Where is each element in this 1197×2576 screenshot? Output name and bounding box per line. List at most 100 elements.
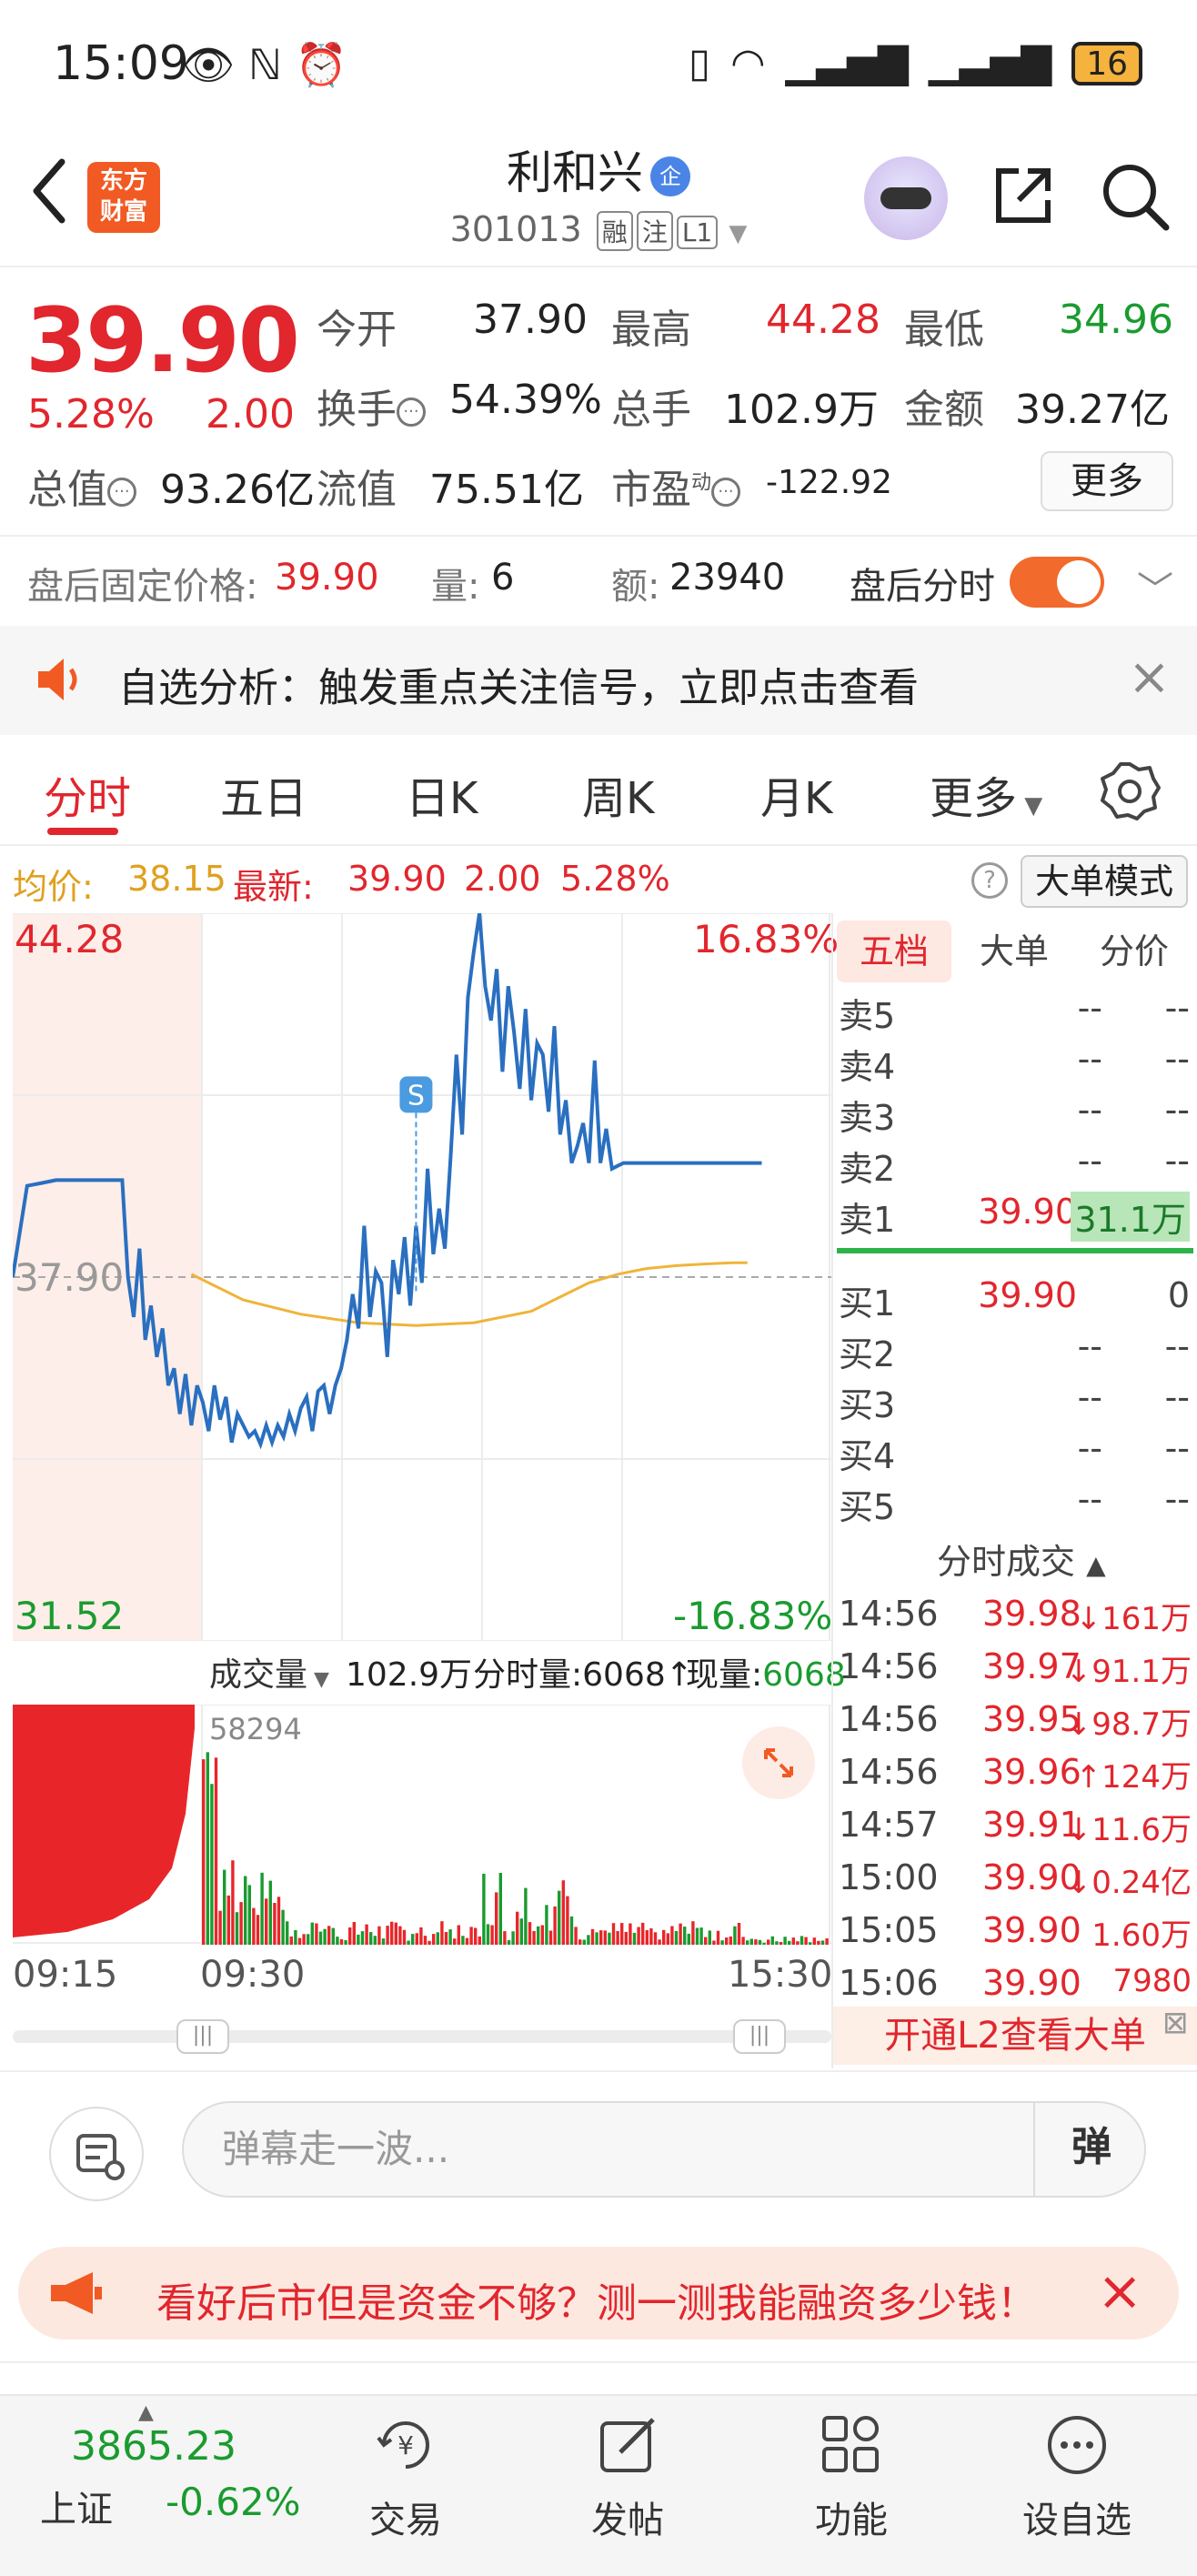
volume-bar — [360, 1931, 365, 1945]
gear-icon[interactable] — [1099, 760, 1161, 822]
volume-bar — [662, 1929, 666, 1945]
time-range-slider[interactable] — [13, 2030, 831, 2043]
expand-icon[interactable] — [742, 1726, 815, 1799]
index-value[interactable]: 3865.23 — [71, 2423, 236, 2470]
ask-row[interactable]: 卖1 39.90 31.1万 — [839, 1192, 1193, 1242]
volume-bar — [357, 1934, 360, 1945]
ask-row[interactable]: 卖2 -- -- — [839, 1141, 1193, 1190]
info-icon[interactable]: ··· — [711, 478, 741, 507]
promo-text[interactable]: 看好后市但是资金不够？测一测我能融资多少钱！ — [156, 2270, 1037, 2329]
order-book-tabs: 五档 大单 分价 — [837, 921, 1197, 982]
volume-dropdown[interactable]: 成交量 ▼ — [209, 1648, 329, 1696]
current-volume: 现量:6068 — [686, 1656, 846, 1694]
volume-bar — [286, 1921, 289, 1945]
volume-bar — [511, 1931, 515, 1945]
status-right: ▯ ◠ ▁▃▅▇ ▁▃▅▇ 16 — [689, 40, 1142, 86]
volume-bar — [402, 1929, 407, 1945]
volume-bar — [369, 1932, 373, 1945]
low-value: 34.96 — [1059, 297, 1173, 343]
change-percent: 5.28% — [27, 391, 155, 438]
volume-bar — [754, 1939, 758, 1945]
tab-five-day[interactable]: 五日 — [220, 762, 307, 826]
tab-price-split[interactable]: 分价 — [1077, 921, 1192, 982]
tab-intraday[interactable]: 分时 — [44, 762, 131, 826]
volume-bar — [796, 1941, 800, 1945]
open-field: 今开 — [317, 307, 397, 353]
big-order-mode-button[interactable]: 大单模式 — [1021, 855, 1188, 908]
volume-bar — [365, 1924, 368, 1945]
volume-bar — [616, 1931, 619, 1945]
dropdown-icon[interactable]: ▼ — [729, 220, 747, 247]
y-axis-top-label: 44.28 — [15, 917, 125, 961]
more-button[interactable]: 更多 — [1041, 451, 1173, 511]
nav-functions[interactable]: 功能 — [779, 2410, 924, 2543]
share-icon[interactable] — [991, 164, 1055, 227]
volume-bar — [386, 1926, 389, 1945]
volume-bar — [327, 1926, 331, 1945]
volume-bar — [218, 1910, 222, 1945]
ticks-title[interactable]: 分时成交 ▲ — [937, 1534, 1106, 1584]
bid-row[interactable]: 买5 -- -- — [839, 1479, 1193, 1528]
volume-bar — [590, 1928, 595, 1945]
index-change[interactable]: -0.62% — [166, 2480, 301, 2524]
volume-bar — [419, 1927, 423, 1945]
ask-row[interactable]: 卖4 -- -- — [839, 1039, 1193, 1088]
close-icon[interactable]: ⊠ — [1162, 2005, 1189, 2041]
info-icon[interactable]: ··· — [397, 397, 426, 427]
volume-bar — [637, 1927, 640, 1945]
tab-more[interactable]: 更多 ▼ — [930, 762, 1042, 826]
time-start: 09:15 — [13, 1954, 118, 1996]
close-icon[interactable]: × — [1128, 648, 1171, 707]
slider-right-handle[interactable]: ||| — [733, 2019, 786, 2054]
info-icon[interactable]: ··· — [107, 478, 136, 507]
bid-row[interactable]: 买2 -- -- — [839, 1326, 1193, 1375]
volume-peak: 58294 — [209, 1712, 302, 1746]
ask-row[interactable]: 卖5 -- -- — [839, 988, 1193, 1037]
volume-bar — [812, 1937, 816, 1945]
volume-bar — [767, 1939, 770, 1945]
close-icon[interactable]: × — [1097, 2259, 1142, 2323]
tab-weekly-k[interactable]: 周K — [582, 762, 654, 826]
volume-chart[interactable] — [13, 1705, 831, 1945]
volume-bar — [336, 1937, 339, 1945]
volume-bar — [247, 1885, 251, 1945]
after-hours-toggle[interactable] — [1010, 557, 1104, 608]
volume-bar — [244, 1876, 247, 1945]
assistant-robot-icon[interactable] — [864, 156, 948, 240]
nav-post[interactable]: 发帖 — [555, 2410, 700, 2543]
l2-upgrade-banner[interactable]: 开通L2查看大单 — [833, 2007, 1197, 2065]
tab-big-order[interactable]: 大单 — [957, 921, 1071, 982]
slider-left-handle[interactable]: ||| — [176, 2019, 229, 2054]
y-axis-mid-label: 37.90 — [15, 1255, 125, 1300]
tab-daily-k[interactable]: 日K — [406, 762, 478, 826]
nav-trade[interactable]: ¥ 交易 — [333, 2410, 478, 2543]
bid-row[interactable]: 买1 39.90 0 — [839, 1275, 1193, 1324]
volume-bar — [339, 1939, 344, 1945]
index-name[interactable]: 上证 — [40, 2480, 113, 2532]
volume-bar — [482, 1873, 486, 1945]
search-icon[interactable] — [1099, 160, 1172, 233]
bid-row[interactable]: 买3 -- -- — [839, 1377, 1193, 1426]
active-tab-indicator — [47, 828, 118, 835]
volume-bar — [398, 1926, 402, 1945]
notice-text[interactable]: 自选分析：触发重点关注信号，立即点击查看 — [118, 655, 919, 713]
tab-five-level[interactable]: 五档 — [837, 921, 951, 982]
danmu-send-button[interactable]: 弹 — [1033, 2101, 1148, 2198]
danmu-settings-icon[interactable] — [49, 2107, 144, 2201]
volume-bar — [653, 1932, 658, 1945]
nav-add-watchlist[interactable]: 设自选 — [1004, 2410, 1150, 2543]
danmu-input[interactable]: 弹幕走一波... — [182, 2101, 1146, 2198]
intraday-chart[interactable]: S — [13, 913, 831, 1641]
help-icon[interactable]: ? — [971, 862, 1008, 899]
tab-monthly-k[interactable]: 月K — [760, 762, 832, 826]
bid-row[interactable]: 买4 -- -- — [839, 1428, 1193, 1477]
volume-bar — [519, 1918, 523, 1945]
high-value: 44.28 — [766, 297, 880, 343]
volume-bar — [737, 1923, 741, 1945]
avg-price-value: 38.15 — [127, 859, 226, 899]
volume-bar — [423, 1936, 428, 1945]
volume-bar — [490, 1925, 494, 1945]
chevron-down-icon[interactable]: ﹀ — [1137, 560, 1173, 613]
volume-bar — [561, 1880, 565, 1945]
ask-row[interactable]: 卖3 -- -- — [839, 1090, 1193, 1139]
